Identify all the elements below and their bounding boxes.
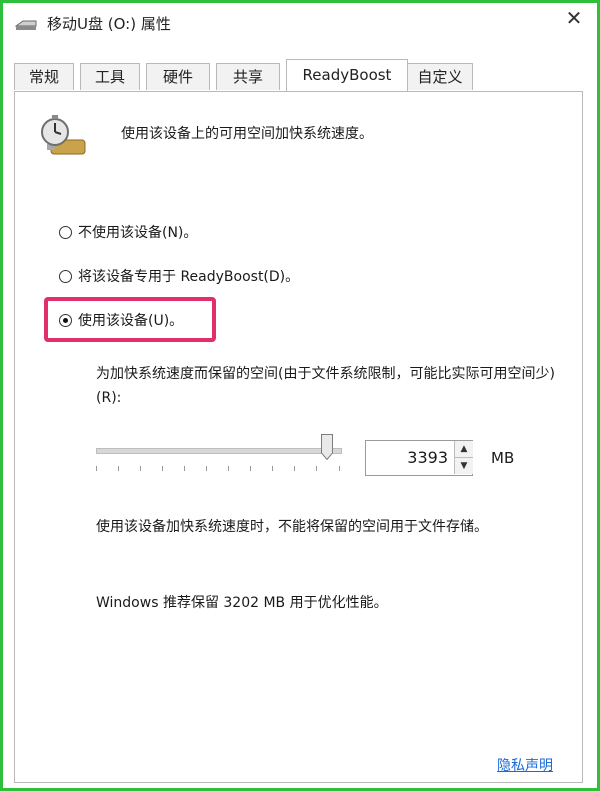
storage-note: 使用该设备加快系统速度时，不能将保留的空间用于文件存储。 <box>96 519 488 535</box>
option-label: 不使用该设备(N)。 <box>78 225 198 241</box>
slider-tick <box>250 466 251 471</box>
title-bar: 移动U盘 (O:) 属性 ✕ <box>3 3 597 47</box>
slider-tick <box>184 466 185 471</box>
intro-text: 使用该设备上的可用空间加快系统速度。 <box>121 126 373 142</box>
tab-readyboost[interactable]: ReadyBoost <box>286 59 408 91</box>
option-label: 使用该设备(U)。 <box>78 313 184 329</box>
slider-tick <box>339 466 340 471</box>
reserve-size-stepper[interactable]: 3393 ▲ ▼ <box>365 440 473 476</box>
radio-button[interactable] <box>59 225 72 239</box>
option-use-device[interactable]: 使用该设备(U)。 <box>59 310 183 330</box>
tab-hardware[interactable]: 硬件 <box>146 63 210 90</box>
slider-tick <box>272 466 273 471</box>
privacy-link[interactable]: 隐私声明 <box>497 755 553 775</box>
close-button[interactable]: ✕ <box>558 5 590 31</box>
properties-window: 移动U盘 (O:) 属性 ✕ 常规 工具 硬件 共享 ReadyBoost 自定… <box>0 0 600 791</box>
tab-strip: 常规 工具 硬件 共享 ReadyBoost 自定义 <box>14 59 594 91</box>
window-title: 移动U盘 (O:) 属性 <box>47 15 171 33</box>
option-dedicate[interactable]: 将该设备专用于 ReadyBoost(D)。 <box>59 266 299 286</box>
radio-button-selected[interactable] <box>59 313 72 327</box>
tab-customize[interactable]: 自定义 <box>407 63 473 90</box>
slider-tick <box>206 466 207 471</box>
slider-tick <box>316 466 317 471</box>
chevron-up-icon[interactable]: ▲ <box>454 441 473 458</box>
reserve-size-input[interactable]: 3393 <box>366 441 452 475</box>
slider-track <box>96 448 342 454</box>
slider-tick <box>228 466 229 471</box>
readyboost-panel: 使用该设备上的可用空间加快系统速度。 不使用该设备(N)。 将该设备专用于 Re… <box>14 91 583 783</box>
slider-thumb[interactable] <box>321 434 333 460</box>
slider-tick <box>162 466 163 471</box>
drive-icon <box>15 20 37 30</box>
radio-button[interactable] <box>59 269 72 283</box>
slider-tick <box>294 466 295 471</box>
tab-sharing[interactable]: 共享 <box>216 63 280 90</box>
slider-tick <box>140 466 141 471</box>
readyboost-stopwatch-icon <box>41 115 86 155</box>
reserve-space-label: 为加快系统速度而保留的空间(由于文件系统限制，可能比实际可用空间少)(R): <box>96 366 555 406</box>
option-label: 将该设备专用于 ReadyBoost(D)。 <box>78 269 300 285</box>
slider-tick <box>118 466 119 471</box>
reserve-slider[interactable] <box>96 432 346 472</box>
chevron-down-icon[interactable]: ▼ <box>454 458 473 474</box>
tab-general[interactable]: 常规 <box>14 63 74 90</box>
tab-tools[interactable]: 工具 <box>80 63 140 90</box>
unit-label: MB <box>491 449 515 467</box>
option-do-not-use[interactable]: 不使用该设备(N)。 <box>59 222 197 242</box>
recommendation-text: Windows 推荐保留 3202 MB 用于优化性能。 <box>96 595 388 611</box>
slider-tick <box>96 466 97 471</box>
